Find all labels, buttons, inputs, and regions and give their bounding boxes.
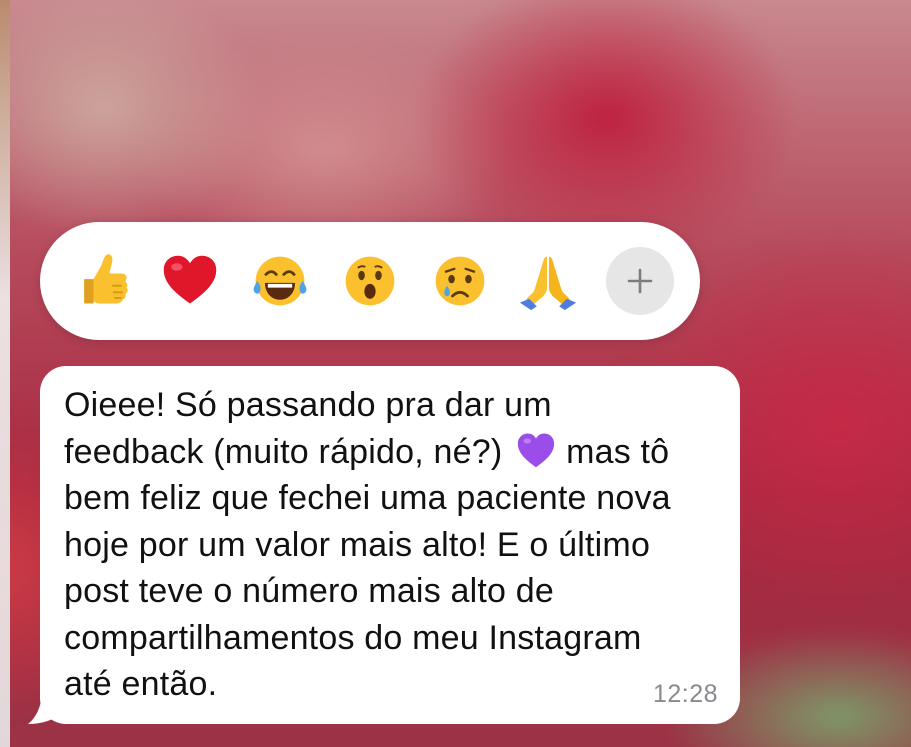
folded-hands-icon	[519, 256, 577, 311]
message-line: até então.	[64, 665, 218, 703]
message-line: hoje por um valor mais alto! E o último	[64, 525, 651, 564]
crying-face-icon	[435, 256, 485, 306]
message-line: post teve o número mais alto de	[64, 572, 555, 610]
message-line: feedback (muito rápido, né?) mas tô	[64, 429, 724, 476]
message-timestamp: 12:28	[652, 680, 718, 708]
tears-of-joy-icon	[253, 256, 307, 306]
message-text: Oieee! Só passando pra dar um feedback (…	[64, 382, 724, 708]
surprised-face-icon	[345, 256, 395, 306]
screen-edge	[0, 0, 10, 747]
purple-heart-icon	[517, 433, 555, 467]
message-bubble[interactable]: Oieee! Só passando pra dar um feedback (…	[40, 366, 740, 724]
chat-screen: Oieee! Só passando pra dar um feedback (…	[0, 0, 911, 747]
message-line: bem feliz que fechei uma paciente nova	[64, 479, 671, 517]
more-reactions-button[interactable]	[606, 247, 674, 315]
message-line-suffix: mas tô	[566, 432, 670, 471]
reaction-crying[interactable]	[429, 250, 491, 312]
reaction-thumbs-up[interactable]	[70, 250, 132, 312]
plus-icon	[627, 268, 653, 294]
red-heart-icon	[163, 255, 217, 304]
reaction-tears-of-joy[interactable]	[249, 250, 311, 312]
reaction-picker	[40, 222, 700, 340]
message-line: Oieee! Só passando pra dar um	[64, 386, 552, 424]
reaction-red-heart[interactable]	[159, 250, 221, 312]
reaction-folded-hands[interactable]	[517, 250, 579, 312]
message-line: compartilhamentos do meu Instagram	[64, 618, 642, 657]
thumbs-up-icon	[84, 254, 128, 304]
message-line-text: feedback (muito rápido, né?)	[64, 432, 503, 471]
reaction-surprised[interactable]	[339, 250, 401, 312]
